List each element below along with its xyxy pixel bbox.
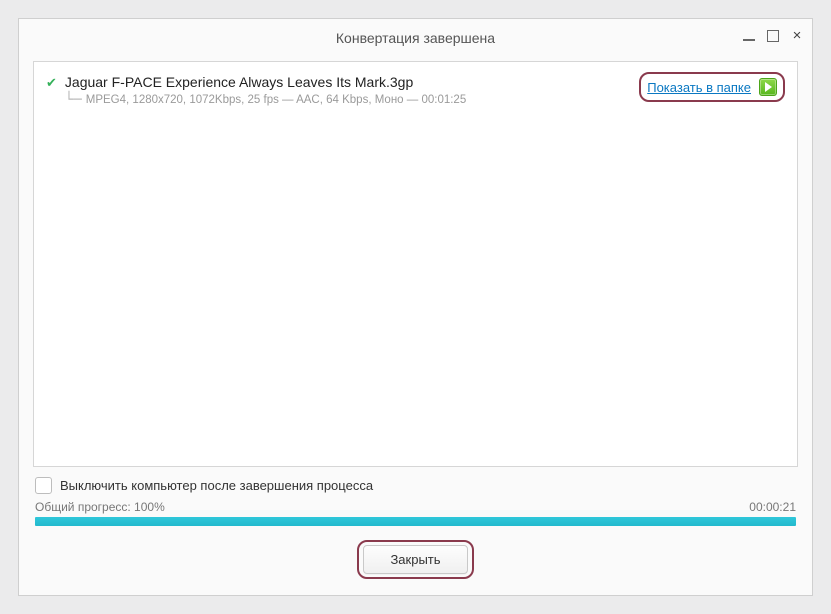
- progress-bar: [35, 517, 796, 526]
- result-item: ✔ Jaguar F-PACE Experience Always Leaves…: [46, 74, 785, 106]
- progress-text-row: Общий прогресс: 100% 00:00:21: [35, 500, 796, 514]
- show-in-folder-highlight: Показать в папке: [639, 72, 785, 102]
- file-meta: MPEG4, 1280x720, 1072Kbps, 25 fps — AAC,…: [86, 94, 466, 106]
- window-title: Конвертация завершена: [336, 30, 495, 46]
- shutdown-label: Выключить компьютер после завершения про…: [60, 478, 373, 493]
- result-item-info: ✔ Jaguar F-PACE Experience Always Leaves…: [46, 74, 466, 106]
- close-window-button[interactable]: ×: [790, 29, 804, 43]
- close-button[interactable]: Закрыть: [363, 545, 467, 574]
- play-icon[interactable]: [759, 78, 777, 96]
- close-button-area: Закрыть: [35, 540, 796, 579]
- close-button-highlight: Закрыть: [357, 540, 473, 579]
- overall-progress-label: Общий прогресс: 100%: [35, 500, 165, 514]
- minimize-button[interactable]: [742, 29, 756, 43]
- maximize-button[interactable]: [766, 29, 780, 43]
- file-name: Jaguar F-PACE Experience Always Leaves I…: [65, 74, 466, 90]
- success-check-icon: ✔: [46, 75, 57, 106]
- titlebar: Конвертация завершена ×: [19, 19, 812, 57]
- results-panel: ✔ Jaguar F-PACE Experience Always Leaves…: [33, 61, 798, 467]
- shutdown-row: Выключить компьютер после завершения про…: [35, 477, 796, 494]
- window-controls: ×: [742, 29, 804, 43]
- elapsed-time: 00:00:21: [749, 500, 796, 514]
- file-meta-row: └─ MPEG4, 1280x720, 1072Kbps, 25 fps — A…: [65, 94, 466, 106]
- show-in-folder-link[interactable]: Показать в папке: [647, 80, 751, 95]
- shutdown-checkbox[interactable]: [35, 477, 52, 494]
- tree-branch-icon: └─: [65, 95, 82, 105]
- dialog-window: Конвертация завершена × ✔ Jaguar F-PACE …: [18, 18, 813, 596]
- footer: Выключить компьютер после завершения про…: [19, 467, 812, 595]
